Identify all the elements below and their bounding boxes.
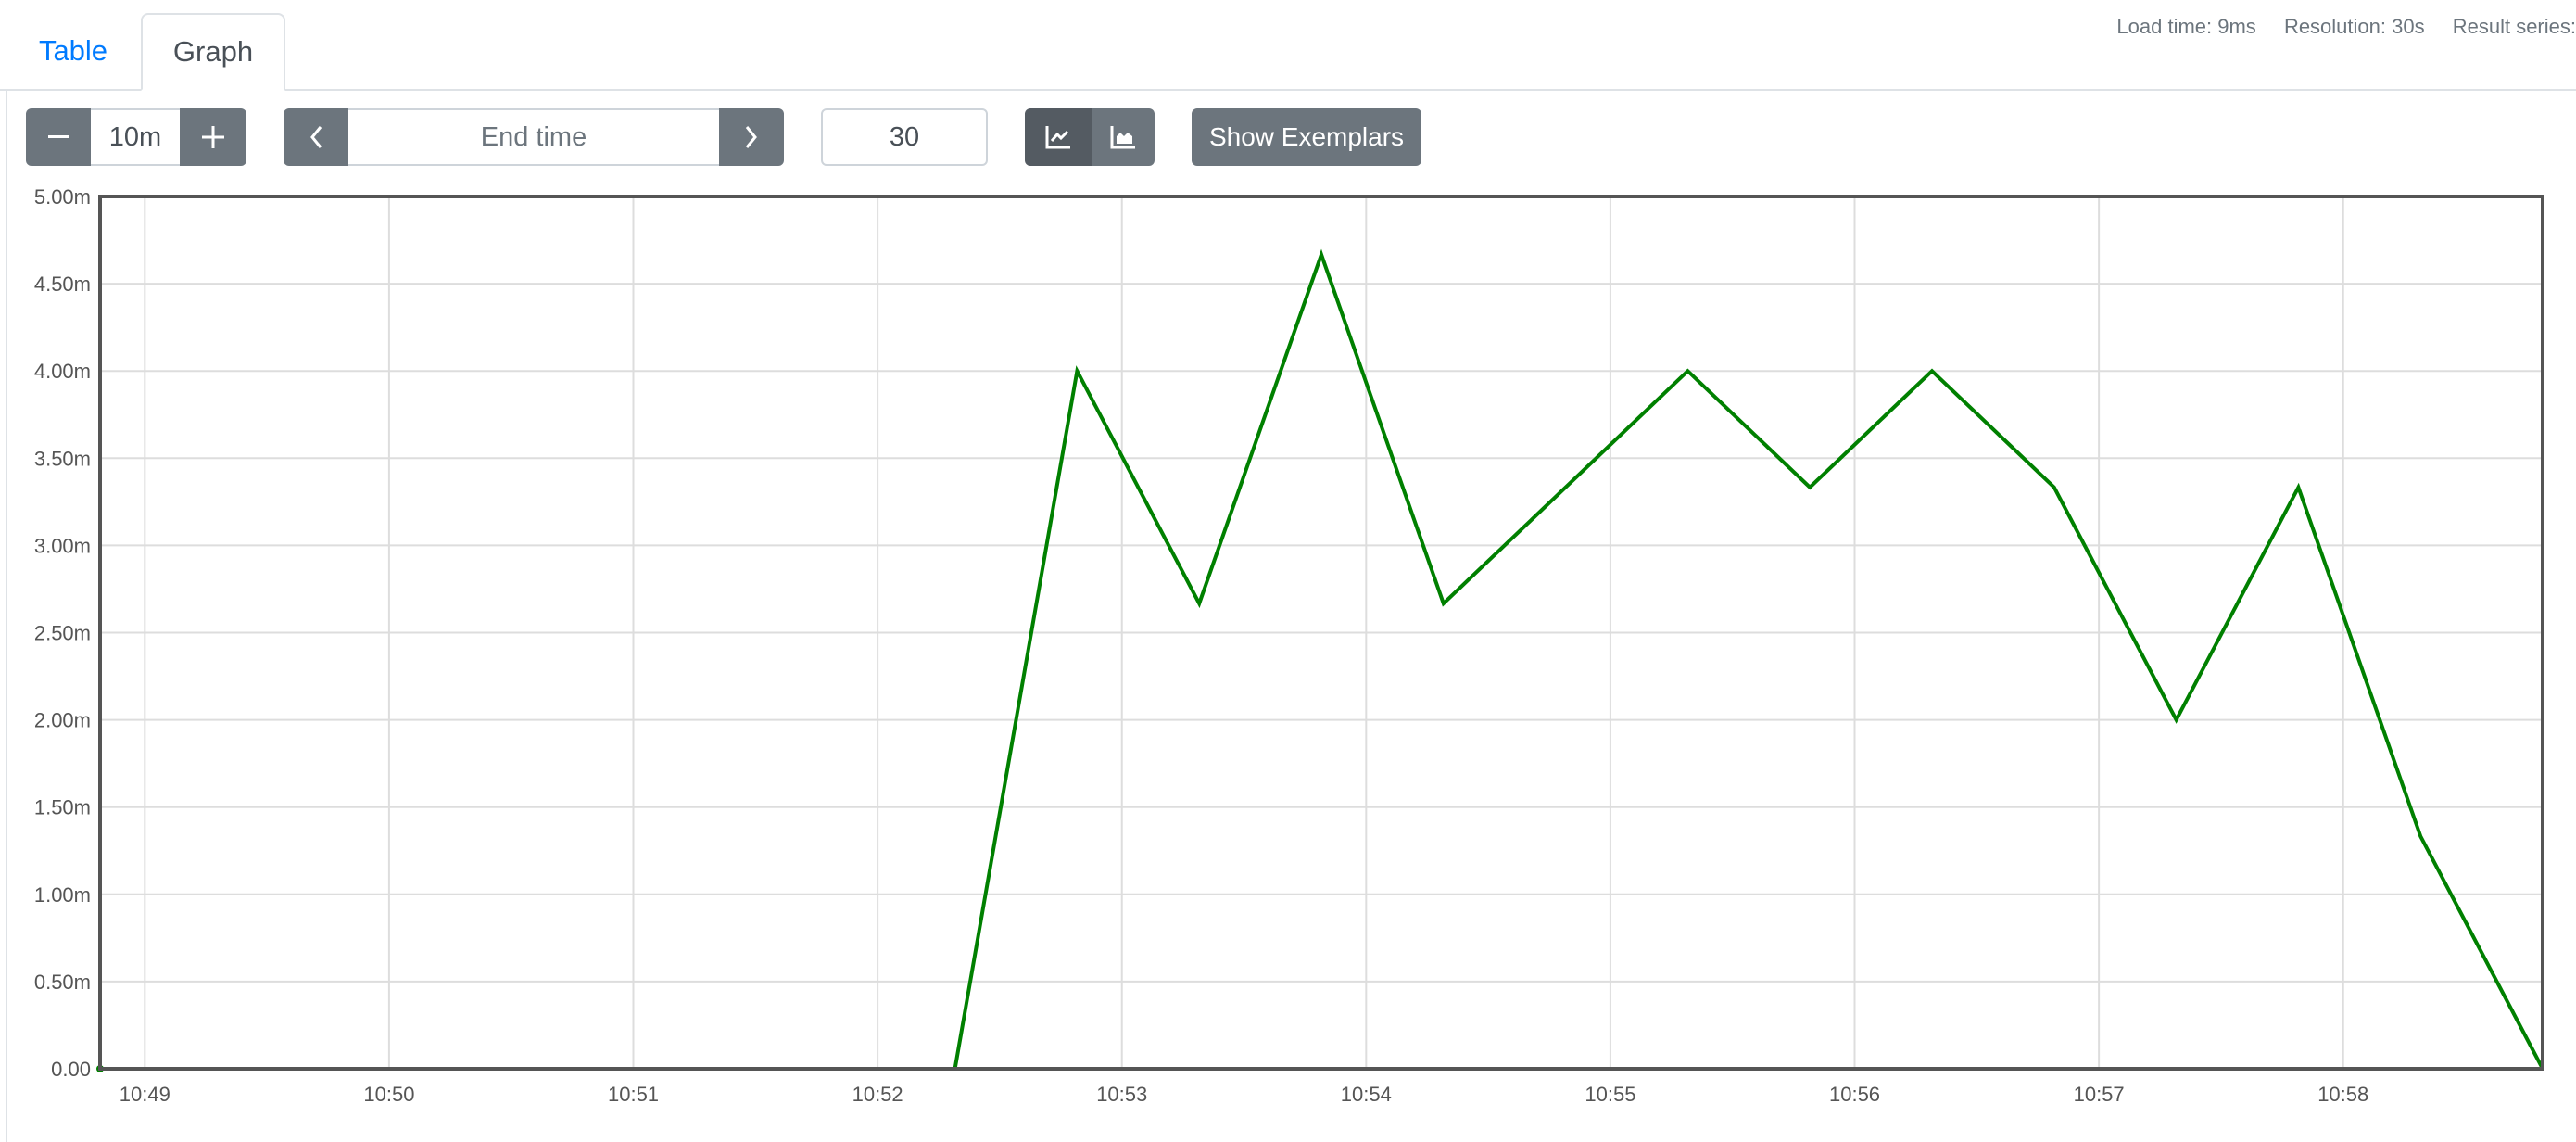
chart-grid — [100, 196, 2543, 1070]
x-tick-label: 10:50 — [363, 1083, 414, 1106]
previous-time-button[interactable] — [284, 108, 348, 166]
y-tick-label: 4.50m — [34, 273, 91, 296]
x-axis: 10:49 10:50 10:51 10:52 10:53 10:54 10:55 10:56… — [120, 1083, 2368, 1106]
chart-type-toggle — [1025, 108, 1155, 166]
line-chart-icon — [1045, 126, 1070, 149]
y-tick-label: 5.00m — [34, 185, 91, 209]
y-tick-label: 3.50m — [34, 447, 91, 470]
graph-chart: 0.00 0.50m 1.00m 1.50m 2.00m 2.50m 3.00m 3.50m 4… — [34, 185, 2544, 1106]
x-tick-label: 10:51 — [608, 1083, 659, 1106]
series-group — [96, 248, 2544, 1072]
tab-graph[interactable]: Graph — [141, 13, 285, 91]
resolution-control: 30 — [821, 108, 988, 166]
decrease-range-button[interactable] — [26, 108, 91, 166]
x-tick-label: 10:56 — [1829, 1083, 1880, 1106]
increase-range-button[interactable] — [180, 108, 246, 166]
y-tick-label: 2.50m — [34, 622, 91, 645]
y-tick-label: 2.00m — [34, 709, 91, 732]
chevron-left-icon — [310, 126, 322, 148]
x-tick-label: 10:55 — [1585, 1083, 1635, 1106]
tab-bar: Table Graph Load time: 9ms Resolution: 3… — [0, 0, 2576, 91]
area-chart-icon — [1110, 126, 1135, 149]
x-tick-label: 10:57 — [2074, 1083, 2125, 1106]
range-input[interactable]: 10m — [91, 108, 180, 166]
next-time-button[interactable] — [719, 108, 784, 166]
series-line — [466, 248, 2544, 1071]
end-time-control: End time — [284, 108, 784, 166]
y-tick-label: 3.00m — [34, 534, 91, 557]
range-control: 10m — [26, 108, 246, 166]
plus-icon — [202, 126, 224, 148]
x-tick-label: 10:58 — [2317, 1083, 2368, 1106]
y-tick-label: 1.50m — [34, 796, 91, 819]
x-tick-label: 10:54 — [1341, 1083, 1392, 1106]
resolution-stat: Resolution: 30s — [2283, 15, 2425, 38]
resolution-input[interactable]: 30 — [821, 108, 988, 166]
exemplars-control: Show Exemplars — [1192, 108, 1421, 166]
y-tick-label: 0.50m — [34, 971, 91, 994]
stacked-chart-button[interactable] — [1092, 108, 1155, 166]
minus-icon — [48, 135, 69, 138]
x-tick-label: 10:49 — [120, 1083, 170, 1106]
y-tick-label: 1.00m — [34, 883, 91, 907]
load-time: Load time: 9ms — [2116, 15, 2256, 38]
tab-table[interactable]: Table — [17, 13, 130, 89]
line-chart-button[interactable] — [1025, 108, 1092, 166]
y-axis: 0.00 0.50m 1.00m 1.50m 2.00m 2.50m 3.00m 3.50m 4… — [34, 185, 91, 1081]
x-tick-label: 10:53 — [1096, 1083, 1147, 1106]
end-time-input[interactable]: End time — [348, 108, 719, 166]
chevron-right-icon — [745, 126, 757, 148]
x-tick-label: 10:52 — [852, 1083, 903, 1106]
y-tick-label: 4.00m — [34, 360, 91, 383]
show-exemplars-button[interactable]: Show Exemplars — [1192, 108, 1421, 166]
y-tick-label: 0.00 — [51, 1058, 91, 1081]
result-series-stat: Result series: — [2452, 15, 2576, 38]
query-stats: Load time: 9ms Resolution: 30s Result se… — [2094, 15, 2576, 39]
